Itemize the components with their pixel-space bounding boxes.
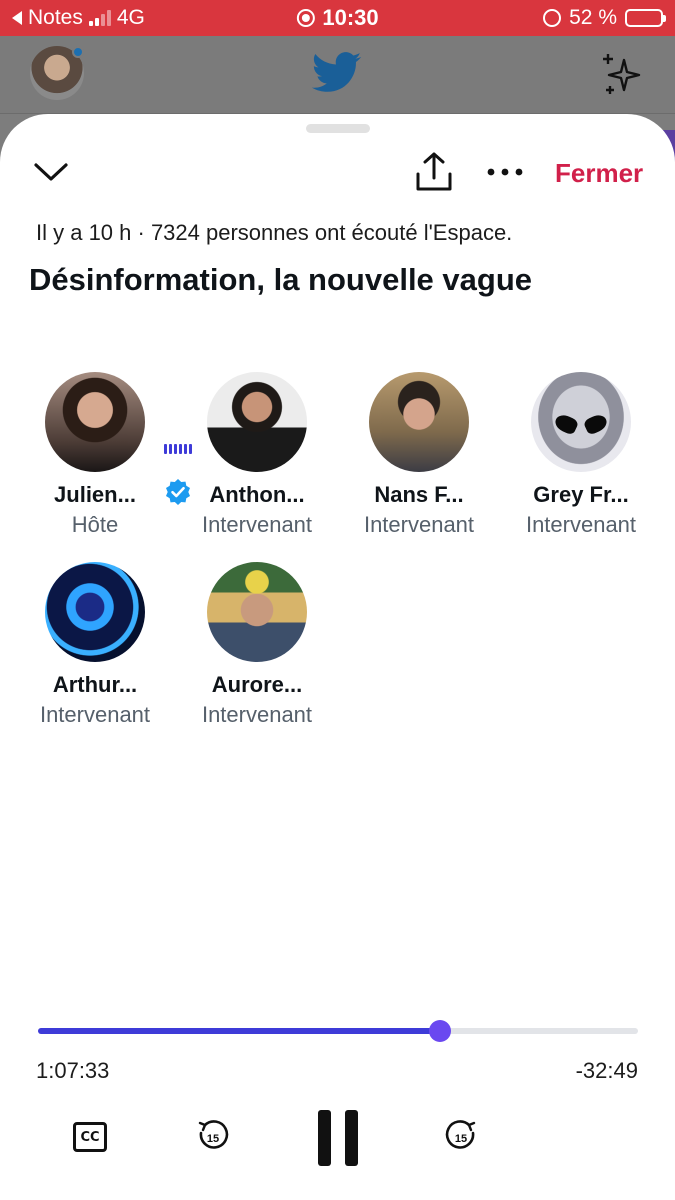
- avatar[interactable]: [531, 372, 631, 472]
- notification-dot: [72, 46, 84, 58]
- participant-role: Intervenant: [39, 702, 151, 727]
- battery-percent: 52 %: [569, 6, 617, 29]
- more-icon[interactable]: [484, 162, 526, 182]
- battery-icon: [625, 9, 666, 27]
- forward-seconds-label: 15: [455, 1133, 467, 1145]
- forward-15-icon[interactable]: 15: [443, 1118, 479, 1154]
- pause-button[interactable]: [318, 1110, 358, 1166]
- back-arrow-icon[interactable]: [12, 11, 22, 25]
- participant-name: Julien...: [54, 482, 136, 507]
- chevron-down-icon[interactable]: [30, 154, 72, 190]
- rewind-15-icon[interactable]: 15: [195, 1118, 231, 1154]
- close-button[interactable]: Fermer: [555, 158, 643, 189]
- orientation-lock-icon: [543, 9, 562, 27]
- sheet-grabber[interactable]: [306, 124, 370, 133]
- recording-icon: [296, 9, 315, 27]
- space-title: Désinformation, la nouvelle vague: [29, 262, 533, 297]
- avatar[interactable]: [207, 372, 307, 472]
- speaking-indicator-icon: [164, 444, 192, 454]
- space-meta: Il y a 10 h · 7324 personnes ont écouté …: [36, 220, 513, 245]
- remaining-time: -32:49: [575, 1058, 638, 1083]
- participant-name: Grey Fr...: [533, 482, 629, 507]
- avatar[interactable]: [207, 562, 307, 662]
- playback-scrubber-handle[interactable]: [429, 1020, 451, 1042]
- participant-name: Anthon...: [209, 482, 305, 507]
- elapsed-time: 1:07:33: [36, 1058, 110, 1083]
- sparkle-icon[interactable]: [600, 52, 644, 96]
- participant-role: Intervenant: [201, 702, 313, 727]
- status-time: 10:30: [322, 5, 379, 30]
- participant-name: Nans F...: [374, 482, 464, 507]
- participant-card[interactable]: Anthon... Intervenant: [177, 372, 337, 538]
- participant-role: Intervenant: [363, 512, 475, 537]
- participant-card[interactable]: Arthur... Intervenant: [15, 562, 175, 728]
- participant-name: Arthur...: [52, 672, 138, 697]
- space-recording-sheet: Fermer Il y a 10 h · 7324 personnes ont …: [0, 114, 675, 1200]
- network-label: 4G: [116, 6, 145, 29]
- participant-role: Intervenant: [525, 512, 637, 537]
- status-bar: Notes 4G 10:30 52 %: [0, 0, 675, 36]
- pause-icon: [318, 1110, 331, 1166]
- playback-progress-fill: [38, 1028, 440, 1034]
- rewind-seconds-label: 15: [207, 1133, 219, 1145]
- participant-name: Aurore...: [211, 672, 303, 697]
- participant-card[interactable]: Aurore... Intervenant: [177, 562, 337, 728]
- participant-card[interactable]: Julien... Hôte: [15, 372, 190, 538]
- participant-card[interactable]: Grey Fr... Intervenant: [501, 372, 661, 538]
- signal-icon: [88, 10, 111, 26]
- participant-card[interactable]: Nans F... Intervenant: [339, 372, 499, 538]
- share-icon[interactable]: [412, 150, 456, 194]
- participant-role: Hôte: [71, 512, 119, 537]
- captions-button[interactable]: CC: [73, 1122, 107, 1152]
- avatar[interactable]: [45, 372, 145, 472]
- twitter-bird-icon: [312, 52, 362, 92]
- back-app-label[interactable]: Notes: [28, 6, 83, 30]
- playback-progress-track[interactable]: [38, 1028, 638, 1034]
- background-header: [0, 36, 675, 114]
- avatar[interactable]: [45, 562, 145, 662]
- avatar[interactable]: [369, 372, 469, 472]
- participant-role: Intervenant: [201, 512, 313, 537]
